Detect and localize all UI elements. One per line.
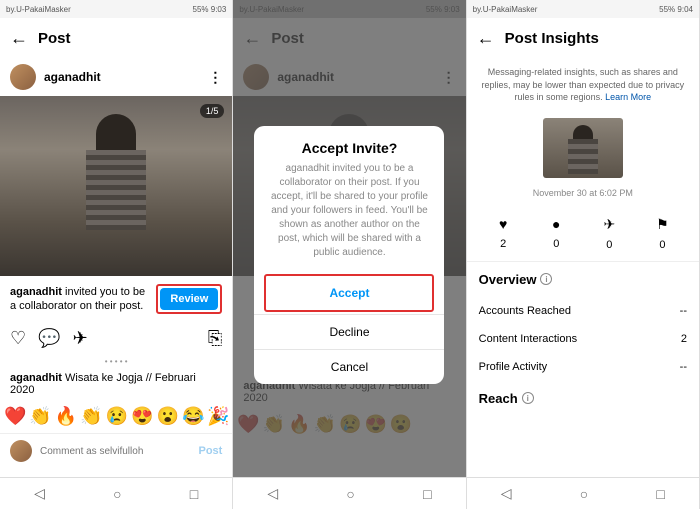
back-icon[interactable]: ← [10,28,28,49]
highlight-box: Accept [264,274,434,312]
save-icon[interactable]: ⎘ [208,328,222,349]
comment-icon: ● [530,216,583,232]
emoji-bar[interactable]: ❤️👏🔥👏😢😍😮😂🎉 [0,400,232,433]
more-icon[interactable]: ⋮ [208,69,222,86]
share-icon: ✈ [583,216,636,233]
reach-section: Reach i [467,381,699,416]
android-navbar: ◁ ○ □ [0,477,232,509]
nav-recent-icon[interactable]: □ [423,486,431,502]
stat-shares[interactable]: ✈0 [583,216,636,253]
screen-insights: by.U-PakaiMasker 55% 9:04 ← Post Insight… [467,0,700,509]
image-counter: 1/5 [200,104,225,118]
heart-icon: ♥ [477,216,530,232]
my-avatar [10,440,32,462]
username[interactable]: aganadhit [44,70,200,84]
page-title: Post Insights [505,30,599,47]
screen-dialog: by.U-PakaiMasker55% 9:03 ←Post aganadhit… [233,0,466,509]
accept-button[interactable]: Accept [266,276,432,310]
back-icon[interactable]: ← [477,28,495,49]
stat-likes[interactable]: ♥2 [477,216,530,253]
stats-row: ♥2 ●0 ✈0 ⚑0 [467,208,699,262]
post-comment-button[interactable]: Post [198,445,222,457]
header: ← Post [0,18,232,58]
post-timestamp: November 30 at 6:02 PM [467,184,699,208]
metric-row[interactable]: Profile Activity-- [467,353,699,381]
nav-back-icon[interactable]: ◁ [501,485,512,502]
page-title: Post [38,30,71,47]
statusbar: by.U-PakaiMasker 55% 9:03 [0,0,232,18]
comment-input-row: Post [0,433,232,468]
metric-row[interactable]: Content Interactions2 [467,325,699,353]
like-icon[interactable]: ♡ [10,328,26,349]
post-image[interactable]: 1/5 [0,96,232,276]
metric-row[interactable]: Accounts Reached-- [467,297,699,325]
statusbar: by.U-PakaiMasker 55% 9:04 [467,0,699,18]
caption: aganadhit Wisata ke Jogja // Februari 20… [0,368,232,400]
android-navbar: ◁ ○ □ [467,477,699,509]
decline-button[interactable]: Decline [254,314,444,349]
dialog-body: aganadhit invited you to be a collaborat… [254,162,444,272]
nav-home-icon[interactable]: ○ [346,486,354,502]
header: ← Post Insights [467,18,699,58]
review-button[interactable]: Review [160,288,218,310]
carousel-dots: • • • • • [0,355,232,368]
comment-input[interactable] [40,446,190,457]
nav-recent-icon[interactable]: □ [656,486,664,502]
overview-section: Overview i [467,262,699,297]
comment-icon[interactable]: 💬 [38,328,60,349]
privacy-note: Messaging-related insights, such as shar… [467,58,699,112]
dialog-title: Accept Invite? [254,126,444,162]
learn-more-link[interactable]: Learn More [605,92,651,102]
accept-invite-dialog: Accept Invite? aganadhit invited you to … [254,126,444,384]
stat-saves[interactable]: ⚑0 [636,216,689,253]
info-icon[interactable]: i [540,273,552,285]
nav-home-icon[interactable]: ○ [113,486,121,502]
info-icon[interactable]: i [522,392,534,404]
bookmark-icon: ⚑ [636,216,689,233]
collab-invite-row: aganadhit invited you to be a collaborat… [0,276,232,322]
invite-text: aganadhit invited you to be a collaborat… [10,285,150,314]
share-icon[interactable]: ✈ [73,328,88,349]
nav-back-icon[interactable]: ◁ [267,485,278,502]
cancel-button[interactable]: Cancel [254,349,444,384]
nav-recent-icon[interactable]: □ [190,486,198,502]
highlight-box: Review [156,284,222,314]
post-thumbnail[interactable] [543,118,623,178]
screen-post: by.U-PakaiMasker 55% 9:03 ← Post aganadh… [0,0,233,509]
stat-comments[interactable]: ●0 [530,216,583,253]
author-row[interactable]: aganadhit ⋮ [0,58,232,96]
nav-home-icon[interactable]: ○ [580,486,588,502]
avatar[interactable] [10,64,36,90]
action-bar: ♡ 💬 ✈ ⎘ [0,322,232,355]
modal-overlay: Accept Invite? aganadhit invited you to … [233,0,465,509]
nav-back-icon[interactable]: ◁ [34,485,45,502]
